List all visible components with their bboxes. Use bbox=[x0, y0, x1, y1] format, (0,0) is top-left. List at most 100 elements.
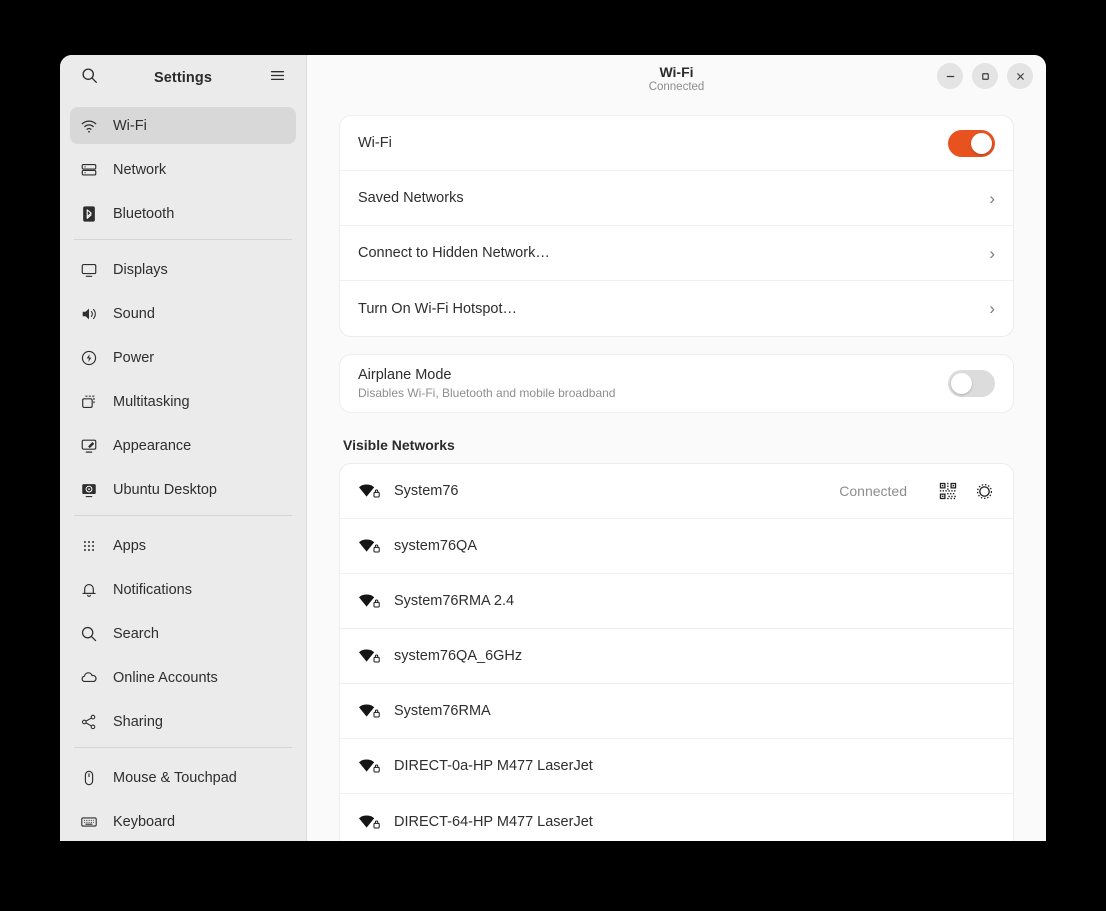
sidebar-item-label: Wi-Fi bbox=[113, 118, 147, 134]
network-row-system76[interactable]: System76 Connected bbox=[340, 464, 1013, 519]
network-row-direct-0a-hp[interactable]: DIRECT-0a-HP M477 LaserJet bbox=[340, 739, 1013, 794]
wifi-toggle-label: Wi-Fi bbox=[358, 135, 948, 151]
sidebar-item-notifications[interactable]: Notifications bbox=[70, 571, 296, 608]
connect-hidden-network-row[interactable]: Connect to Hidden Network… › bbox=[340, 226, 1013, 281]
maximize-icon bbox=[980, 71, 991, 82]
settings-window: Settings bbox=[60, 55, 1046, 841]
airplane-mode-card[interactable]: Airplane Mode Disables Wi-Fi, Bluetooth … bbox=[339, 354, 1014, 413]
network-row-system76rma-24[interactable]: System76RMA 2.4 bbox=[340, 574, 1013, 629]
sidebar-item-ubuntu-desktop[interactable]: Ubuntu Desktop bbox=[70, 471, 296, 508]
chevron-right-icon: › bbox=[989, 190, 995, 207]
network-name: System76RMA 2.4 bbox=[394, 593, 995, 609]
wifi-secured-icon bbox=[358, 813, 380, 831]
wifi-toggle[interactable] bbox=[948, 130, 995, 157]
sidebar-item-bluetooth[interactable]: Bluetooth bbox=[70, 195, 296, 232]
sidebar-item-mouse-touchpad[interactable]: Mouse & Touchpad bbox=[70, 759, 296, 796]
sidebar-item-label: Multitasking bbox=[113, 394, 190, 410]
sidebar-item-sharing[interactable]: Sharing bbox=[70, 703, 296, 740]
appearance-icon bbox=[80, 437, 98, 455]
sidebar-item-label: Notifications bbox=[113, 582, 192, 598]
sidebar-divider bbox=[74, 239, 292, 240]
sidebar-item-displays[interactable]: Displays bbox=[70, 251, 296, 288]
page-title: Wi-Fi bbox=[649, 64, 705, 80]
mouse-icon bbox=[80, 769, 98, 787]
sidebar-divider bbox=[74, 515, 292, 516]
sidebar-item-label: Network bbox=[113, 162, 166, 178]
network-row-system76qa-6ghz[interactable]: system76QA_6GHz bbox=[340, 629, 1013, 684]
qr-code-icon[interactable] bbox=[937, 480, 959, 502]
minimize-button[interactable] bbox=[937, 63, 963, 89]
wifi-secured-icon bbox=[358, 537, 380, 555]
sidebar-item-online-accounts[interactable]: Online Accounts bbox=[70, 659, 296, 696]
visible-networks-list: System76 Connected bbox=[339, 463, 1014, 841]
sidebar-item-power[interactable]: Power bbox=[70, 339, 296, 376]
network-name: system76QA bbox=[394, 538, 995, 554]
toggle-knob bbox=[971, 133, 992, 154]
minimize-icon bbox=[945, 71, 956, 82]
sidebar-item-wi-fi[interactable]: Wi-Fi bbox=[70, 107, 296, 144]
network-status: Connected bbox=[839, 483, 907, 499]
sidebar: Settings bbox=[60, 55, 307, 841]
sidebar-item-label: Sharing bbox=[113, 714, 163, 730]
wifi-secured-icon bbox=[358, 757, 380, 775]
toggle-knob bbox=[951, 373, 972, 394]
wifi-secured-icon bbox=[358, 482, 380, 500]
sound-icon bbox=[80, 305, 98, 323]
power-icon bbox=[80, 349, 98, 367]
main-menu-button[interactable] bbox=[262, 63, 292, 93]
row-label: Turn On Wi-Fi Hotspot… bbox=[358, 301, 989, 317]
sidebar-item-label: Bluetooth bbox=[113, 206, 174, 222]
wifi-secured-icon bbox=[358, 702, 380, 720]
airplane-mode-toggle[interactable] bbox=[948, 370, 995, 397]
sidebar-item-search[interactable]: Search bbox=[70, 615, 296, 652]
wifi-card: Wi-Fi Saved Networks › Connect to Hidden… bbox=[339, 115, 1014, 337]
page-subtitle: Connected bbox=[649, 80, 705, 95]
network-name: DIRECT-64-HP M477 LaserJet bbox=[394, 814, 995, 830]
wifi-toggle-row[interactable]: Wi-Fi bbox=[340, 116, 1013, 171]
chevron-right-icon: › bbox=[989, 300, 995, 317]
sidebar-item-label: Apps bbox=[113, 538, 146, 554]
hamburger-menu-icon bbox=[269, 67, 286, 89]
network-name: System76RMA bbox=[394, 703, 995, 719]
cloud-icon bbox=[80, 669, 98, 687]
main-header: Wi-Fi Connected bbox=[307, 55, 1046, 101]
wifi-secured-icon bbox=[358, 647, 380, 665]
bell-icon bbox=[80, 581, 98, 599]
sidebar-item-keyboard[interactable]: Keyboard bbox=[70, 803, 296, 840]
apps-grid-icon bbox=[80, 537, 98, 555]
main-panel: Wi-Fi Connected bbox=[307, 55, 1046, 841]
sidebar-item-label: Keyboard bbox=[113, 814, 175, 830]
multitasking-icon bbox=[80, 393, 98, 411]
sidebar-header: Settings bbox=[60, 55, 306, 101]
search-icon bbox=[81, 67, 98, 89]
close-button[interactable] bbox=[1007, 63, 1033, 89]
row-label: Saved Networks bbox=[358, 190, 989, 206]
sidebar-item-apps[interactable]: Apps bbox=[70, 527, 296, 564]
maximize-button[interactable] bbox=[972, 63, 998, 89]
close-icon bbox=[1015, 71, 1026, 82]
sidebar-item-label: Appearance bbox=[113, 438, 191, 454]
window-controls bbox=[937, 63, 1033, 89]
sidebar-item-network[interactable]: Network bbox=[70, 151, 296, 188]
search-button[interactable] bbox=[74, 63, 104, 93]
sidebar-title: Settings bbox=[104, 70, 262, 86]
network-name: DIRECT-0a-HP M477 LaserJet bbox=[394, 758, 995, 774]
keyboard-icon bbox=[80, 813, 98, 831]
sidebar-item-sound[interactable]: Sound bbox=[70, 295, 296, 332]
sidebar-divider bbox=[74, 747, 292, 748]
wifi-secured-icon bbox=[358, 592, 380, 610]
sidebar-item-label: Displays bbox=[113, 262, 168, 278]
saved-networks-row[interactable]: Saved Networks › bbox=[340, 171, 1013, 226]
network-row-system76rma[interactable]: System76RMA bbox=[340, 684, 1013, 739]
gear-icon[interactable] bbox=[973, 480, 995, 502]
turn-on-hotspot-row[interactable]: Turn On Wi-Fi Hotspot… › bbox=[340, 281, 1013, 336]
wifi-icon bbox=[80, 117, 98, 135]
sidebar-item-appearance[interactable]: Appearance bbox=[70, 427, 296, 464]
ubuntu-desktop-icon bbox=[80, 481, 98, 499]
network-row-direct-64-hp[interactable]: DIRECT-64-HP M477 LaserJet bbox=[340, 794, 1013, 841]
network-row-system76qa[interactable]: system76QA bbox=[340, 519, 1013, 574]
airplane-mode-title: Airplane Mode bbox=[358, 366, 948, 385]
row-label: Connect to Hidden Network… bbox=[358, 245, 989, 261]
display-icon bbox=[80, 261, 98, 279]
sidebar-item-multitasking[interactable]: Multitasking bbox=[70, 383, 296, 420]
